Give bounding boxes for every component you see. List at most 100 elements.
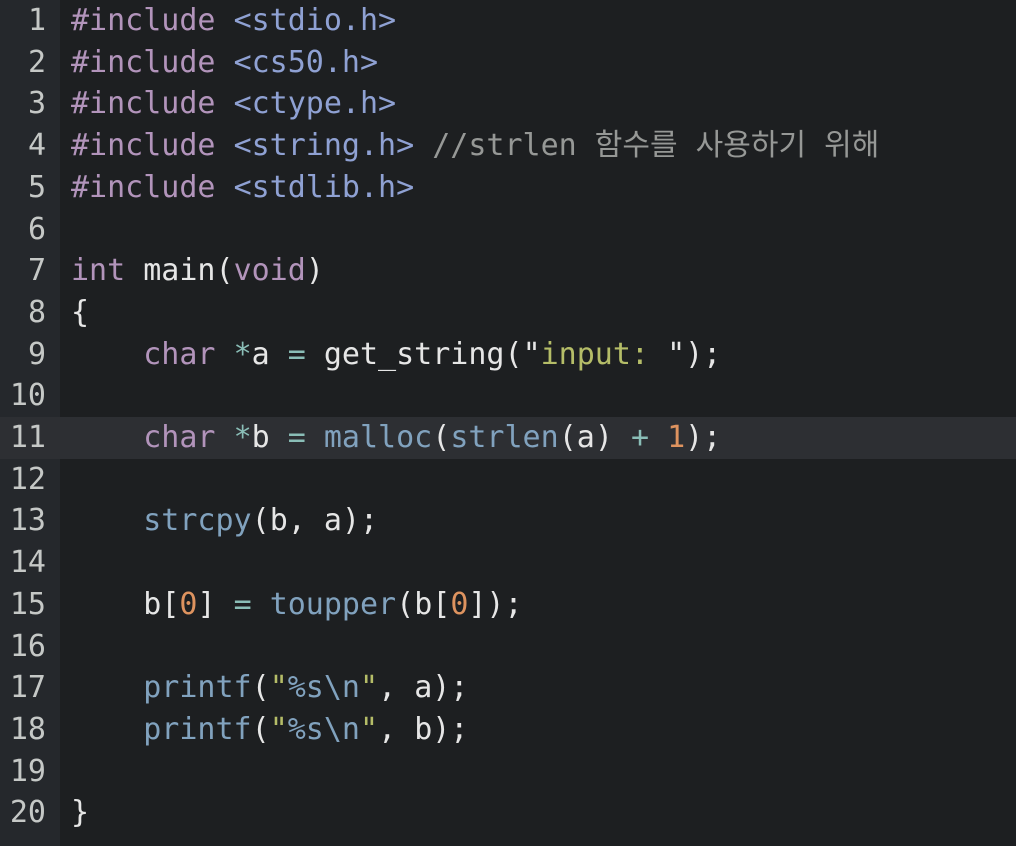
code-line-empty[interactable] [60, 459, 1016, 501]
code-line[interactable]: #include <ctype.h> [60, 83, 1016, 125]
code-line-empty[interactable] [60, 209, 1016, 251]
code-line-empty[interactable] [60, 375, 1016, 417]
line-number: 9 [27, 336, 46, 372]
punctuation: ] [197, 586, 216, 622]
function-name: toupper [269, 586, 397, 622]
punctuation: ); [432, 711, 469, 747]
string-quote: " [269, 670, 288, 706]
identifier: b [143, 586, 162, 622]
code-line[interactable]: printf("%s\n", b); [60, 709, 1016, 751]
operator: = [287, 420, 306, 455]
punctuation: ( [215, 253, 234, 289]
line-number-active: 11 [0, 417, 60, 459]
line-number: 8 [27, 294, 46, 330]
number-literal: 1 [667, 420, 686, 455]
punctuation: ]); [468, 586, 523, 622]
code-line[interactable]: b[0] = toupper(b[0]); [60, 584, 1016, 626]
header-name: <cs50.h> [233, 44, 379, 80]
identifier: b [414, 586, 433, 622]
punctuation: , [378, 711, 415, 747]
code-line-empty[interactable] [60, 542, 1016, 584]
code-line[interactable]: #include <cs50.h> [60, 42, 1016, 84]
punctuation: ( [396, 586, 415, 622]
identifier: b [414, 711, 433, 747]
code-line[interactable]: strcpy(b, a); [60, 500, 1016, 542]
string-quote: " [522, 336, 541, 372]
operator: * [233, 336, 252, 372]
punctuation: ); [685, 420, 722, 455]
line-number: 20 [9, 795, 46, 831]
code-line[interactable]: int main(void) [60, 250, 1016, 292]
preprocessor-directive: #include [71, 128, 216, 164]
code-line[interactable]: #include <string.h> //strlen 함수를 사용하기 위해 [60, 125, 1016, 167]
line-number: 12 [9, 461, 46, 497]
keyword: void [233, 253, 306, 289]
code-line[interactable]: #include <stdio.h> [60, 0, 1016, 42]
line-number-gutter: 1 2 3 4 5 6 7 8 9 10 11 12 13 14 15 16 1… [0, 0, 60, 846]
punctuation: ( [432, 420, 451, 455]
code-line-empty[interactable] [60, 626, 1016, 668]
code-line[interactable]: } [60, 792, 1016, 834]
line-number: 3 [27, 86, 46, 122]
punctuation: ( [558, 420, 577, 455]
string-literal: input: [540, 336, 668, 372]
code-line-empty[interactable] [60, 751, 1016, 793]
code-area[interactable]: #include <stdio.h> #include <cs50.h> #in… [60, 0, 1016, 846]
number-literal: 0 [179, 586, 198, 622]
code-line[interactable]: char *a = get_string("input: "); [60, 334, 1016, 376]
punctuation: ); [341, 503, 379, 539]
string-quote: " [667, 336, 686, 372]
preprocessor-directive: #include [71, 169, 216, 205]
line-number: 14 [9, 545, 46, 581]
code-editor[interactable]: 1 2 3 4 5 6 7 8 9 10 11 12 13 14 15 16 1… [0, 0, 1016, 846]
string-quote: " [360, 670, 379, 706]
keyword: int [71, 253, 126, 289]
operator: = [287, 336, 306, 372]
preprocessor-directive: #include [71, 44, 216, 80]
punctuation: ( [251, 711, 270, 747]
function-name: printf [143, 670, 252, 706]
line-number: 4 [27, 128, 46, 164]
keyword: char [143, 336, 216, 372]
operator: = [233, 586, 252, 622]
code-line-active[interactable]: char *b = malloc(strlen(a) + 1); [60, 417, 1016, 459]
identifier: main [143, 253, 216, 289]
code-line[interactable]: #include <stdlib.h> [60, 167, 1016, 209]
function-name: printf [143, 711, 252, 747]
line-number: 10 [9, 378, 46, 414]
string-quote: " [269, 711, 288, 747]
punctuation: } [71, 795, 90, 831]
operator: + [630, 420, 649, 455]
line-number: 6 [27, 211, 46, 247]
code-line[interactable]: { [60, 292, 1016, 334]
comment: //strlen 함수를 사용하기 위해 [432, 128, 880, 164]
code-line[interactable]: printf("%s\n", a); [60, 667, 1016, 709]
identifier: a [576, 420, 595, 455]
line-number: 2 [27, 44, 46, 80]
line-number: 18 [9, 711, 46, 747]
operator: * [233, 420, 252, 455]
punctuation: [ [161, 586, 180, 622]
identifier: a [414, 670, 433, 706]
punctuation: ); [685, 336, 722, 372]
preprocessor-directive: #include [71, 3, 216, 38]
header-name: <stdio.h> [233, 3, 397, 38]
identifier: b [251, 420, 270, 455]
line-number: 13 [9, 503, 46, 539]
